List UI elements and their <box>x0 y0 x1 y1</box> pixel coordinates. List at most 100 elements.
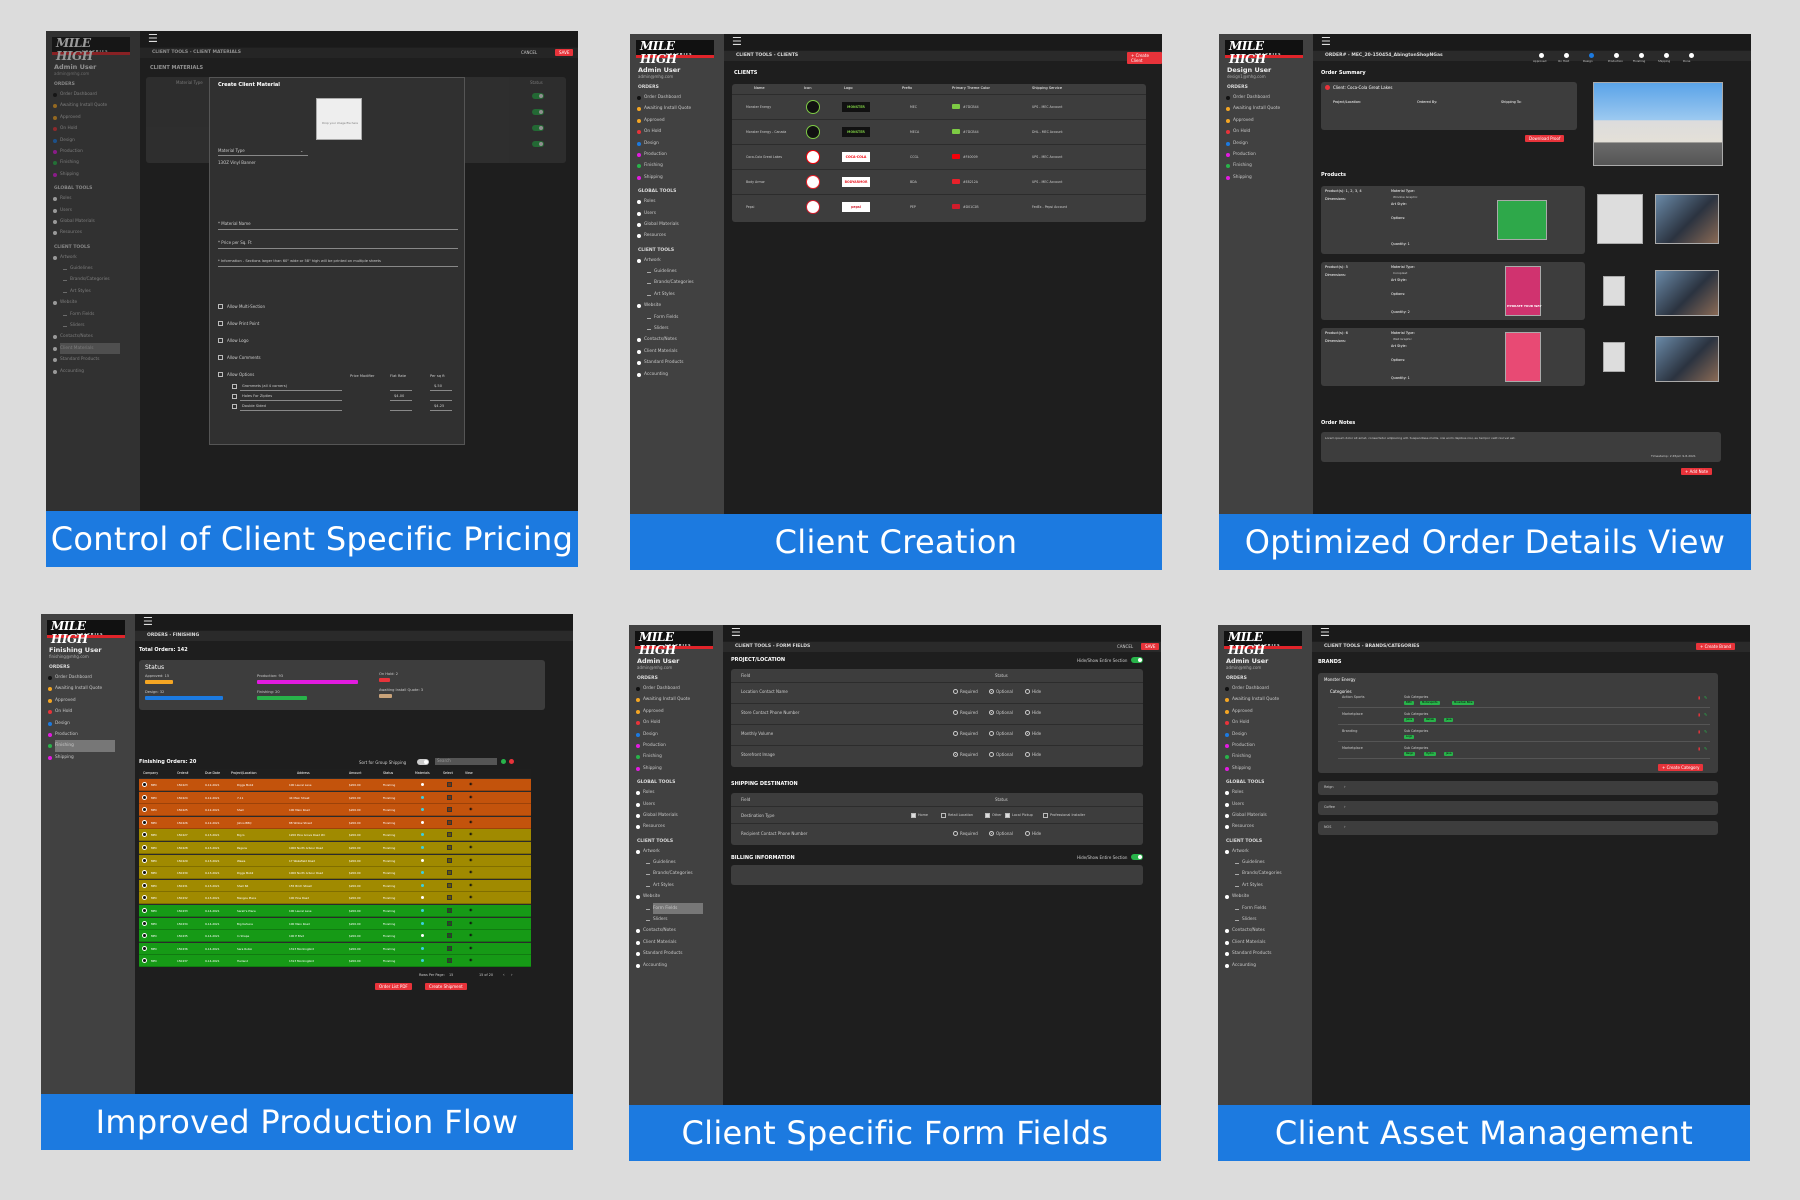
menu-icon[interactable]: ☰ <box>1321 36 1331 47</box>
sidebar-item[interactable]: Design <box>53 135 140 146</box>
req-radio[interactable] <box>953 731 958 736</box>
table-row[interactable]: MEC 150437 9-14-2021 Harland 1313 Mockingbir… <box>139 955 531 968</box>
table-row[interactable]: MEC 150424 9-12-2021 7-11 44 Main Street $200… <box>139 791 531 804</box>
next-page-icon[interactable]: › <box>511 972 513 977</box>
destination-checkbox[interactable] <box>985 813 990 818</box>
refresh-icon[interactable] <box>501 759 506 764</box>
sidebar-item[interactable]: Guidelines <box>646 857 723 868</box>
option-checkbox[interactable] <box>218 304 223 309</box>
sidebar-item[interactable]: Finishing <box>636 751 723 762</box>
opt-radio[interactable] <box>989 731 994 736</box>
view-icon[interactable]: ◉ <box>469 907 473 912</box>
edit-icon[interactable]: ✎ <box>1704 746 1707 751</box>
sidebar-item[interactable]: Standard Products <box>636 948 723 959</box>
sidebar-item[interactable]: Approved <box>1225 706 1312 717</box>
sidebar-item[interactable]: Finishing <box>1225 751 1312 762</box>
edit-icon[interactable]: ✎ <box>1704 695 1707 700</box>
sidebar-item[interactable]: Contacts/Notes <box>637 334 724 345</box>
sidebar-item[interactable]: Roles <box>637 196 724 207</box>
subcategory-tag[interactable]: Juice <box>1404 718 1415 722</box>
delete-icon[interactable]: ▮ <box>1698 695 1700 700</box>
sidebar-item[interactable]: Resources <box>53 227 140 238</box>
sidebar-item[interactable]: Website <box>636 891 723 902</box>
hide-radio[interactable] <box>1025 752 1030 757</box>
menu-icon[interactable]: ☰ <box>148 33 158 44</box>
sidebar-item[interactable]: Order Dashboard <box>1226 92 1313 103</box>
chevron-right-icon[interactable]: › <box>1344 824 1346 829</box>
group-shipping-toggle[interactable] <box>417 759 429 765</box>
sidebar-item[interactable]: Users <box>1225 799 1312 810</box>
create-brand-button[interactable]: + Create Brand <box>1696 643 1736 650</box>
sidebar-item[interactable]: Resources <box>636 821 723 832</box>
price-field[interactable]: * Price per Sq. Ft <box>218 240 252 245</box>
sidebar-item[interactable]: Form Fields <box>646 902 703 915</box>
subcategory-tag[interactable]: Hydro <box>1424 752 1436 756</box>
sidebar-item[interactable]: Roles <box>1225 787 1312 798</box>
menu-icon[interactable]: ☰ <box>731 627 741 638</box>
subcategory-tag[interactable]: Java <box>1444 752 1454 756</box>
download-proof-button[interactable]: Download Proof <box>1525 135 1565 142</box>
chevron-right-icon[interactable]: › <box>1344 784 1346 789</box>
req-radio[interactable] <box>953 689 958 694</box>
select-checkbox[interactable] <box>447 845 452 850</box>
menu-icon[interactable]: ☰ <box>143 616 153 627</box>
sidebar-item[interactable]: Awaiting Install Quote <box>637 103 724 114</box>
select-checkbox[interactable] <box>447 908 452 913</box>
sidebar-item[interactable]: Approved <box>48 695 135 706</box>
sidebar-item[interactable]: Shipping <box>53 169 140 180</box>
sidebar-item[interactable]: Production <box>53 146 140 157</box>
table-row[interactable]: MEC 150435 9-14-2021 In Shape 100 E Blvd $200… <box>139 930 531 943</box>
sidebar-item[interactable]: Production <box>637 149 724 160</box>
view-icon[interactable]: ◉ <box>469 844 473 849</box>
view-icon[interactable]: ◉ <box>469 869 473 874</box>
table-row[interactable]: MEC 150427 9-13-2021 Big G 1200 Pine Grove R… <box>139 829 531 842</box>
table-row[interactable]: MEC 150434 9-14-2021 Big Kahuna 100 Main Roa… <box>139 917 531 930</box>
brand-collapsed-card[interactable]: Coffee › <box>1318 801 1718 815</box>
sidebar-item[interactable]: On Hold <box>1226 126 1313 137</box>
sidebar-item[interactable]: Shipping <box>636 763 723 774</box>
sidebar-item[interactable]: Form Fields <box>1235 903 1312 914</box>
brand-select[interactable]: Monster Energy <box>1324 677 1355 682</box>
table-row[interactable]: MEC 150428 9-13-2021 Pagans 1000 North Arbou… <box>139 842 531 854</box>
subcategory-tag[interactable]: Logo <box>1404 735 1415 739</box>
view-icon[interactable]: ◉ <box>469 819 473 824</box>
select-checkbox[interactable] <box>447 782 452 787</box>
sidebar-item[interactable]: Brands/Categories <box>646 868 723 879</box>
sidebar-item[interactable]: Finishing <box>637 160 724 171</box>
sidebar-item[interactable]: Accounting <box>53 366 140 377</box>
sidebar-item[interactable]: Guidelines <box>1235 857 1312 868</box>
sidebar-item[interactable]: Client Materials <box>1225 937 1312 948</box>
subcategory-tag[interactable]: Java <box>1444 718 1454 722</box>
sidebar-item[interactable]: Artwork <box>1225 846 1312 857</box>
sidebar-item[interactable]: Art Styles <box>63 286 140 297</box>
sidebar-item[interactable]: Users <box>53 205 140 216</box>
prev-page-icon[interactable]: ‹ <box>503 972 505 977</box>
sidebar-item[interactable]: Shipping <box>1226 172 1313 183</box>
delete-icon[interactable]: ▮ <box>1698 746 1700 751</box>
brand-collapsed-card[interactable]: Reign › <box>1318 781 1718 795</box>
save-button[interactable]: SAVE <box>1141 643 1160 650</box>
optional-radio[interactable] <box>989 831 994 836</box>
select-checkbox[interactable] <box>447 819 452 825</box>
sidebar-item[interactable]: Sliders <box>1235 914 1312 925</box>
sidebar-item[interactable]: Sliders <box>63 320 140 331</box>
sidebar-item[interactable]: Order Dashboard <box>637 92 724 103</box>
hide-radio[interactable] <box>1025 831 1030 836</box>
sidebar-item[interactable]: Awaiting Install Quote <box>53 100 140 111</box>
hide-radio[interactable] <box>1025 710 1030 715</box>
select-checkbox[interactable] <box>447 958 452 964</box>
option-row-checkbox[interactable] <box>232 394 237 399</box>
sidebar-item[interactable]: Sliders <box>647 323 724 334</box>
menu-icon[interactable]: ☰ <box>732 36 742 47</box>
sidebar-item[interactable]: On Hold <box>637 126 724 137</box>
opt-radio[interactable] <box>989 710 994 715</box>
sidebar-item[interactable]: Brands/Categories <box>63 274 140 285</box>
sidebar-item[interactable]: Artwork <box>53 252 140 263</box>
sidebar-item[interactable]: Design <box>1225 729 1312 740</box>
sidebar-item[interactable]: Order Dashboard <box>636 683 723 694</box>
view-icon[interactable]: ◉ <box>469 781 473 786</box>
sidebar-item[interactable]: Global Materials <box>637 219 724 230</box>
sidebar-item[interactable]: Guidelines <box>63 263 140 274</box>
chevron-down-icon[interactable]: ⌄ <box>300 148 303 153</box>
view-icon[interactable]: ◉ <box>469 945 473 950</box>
